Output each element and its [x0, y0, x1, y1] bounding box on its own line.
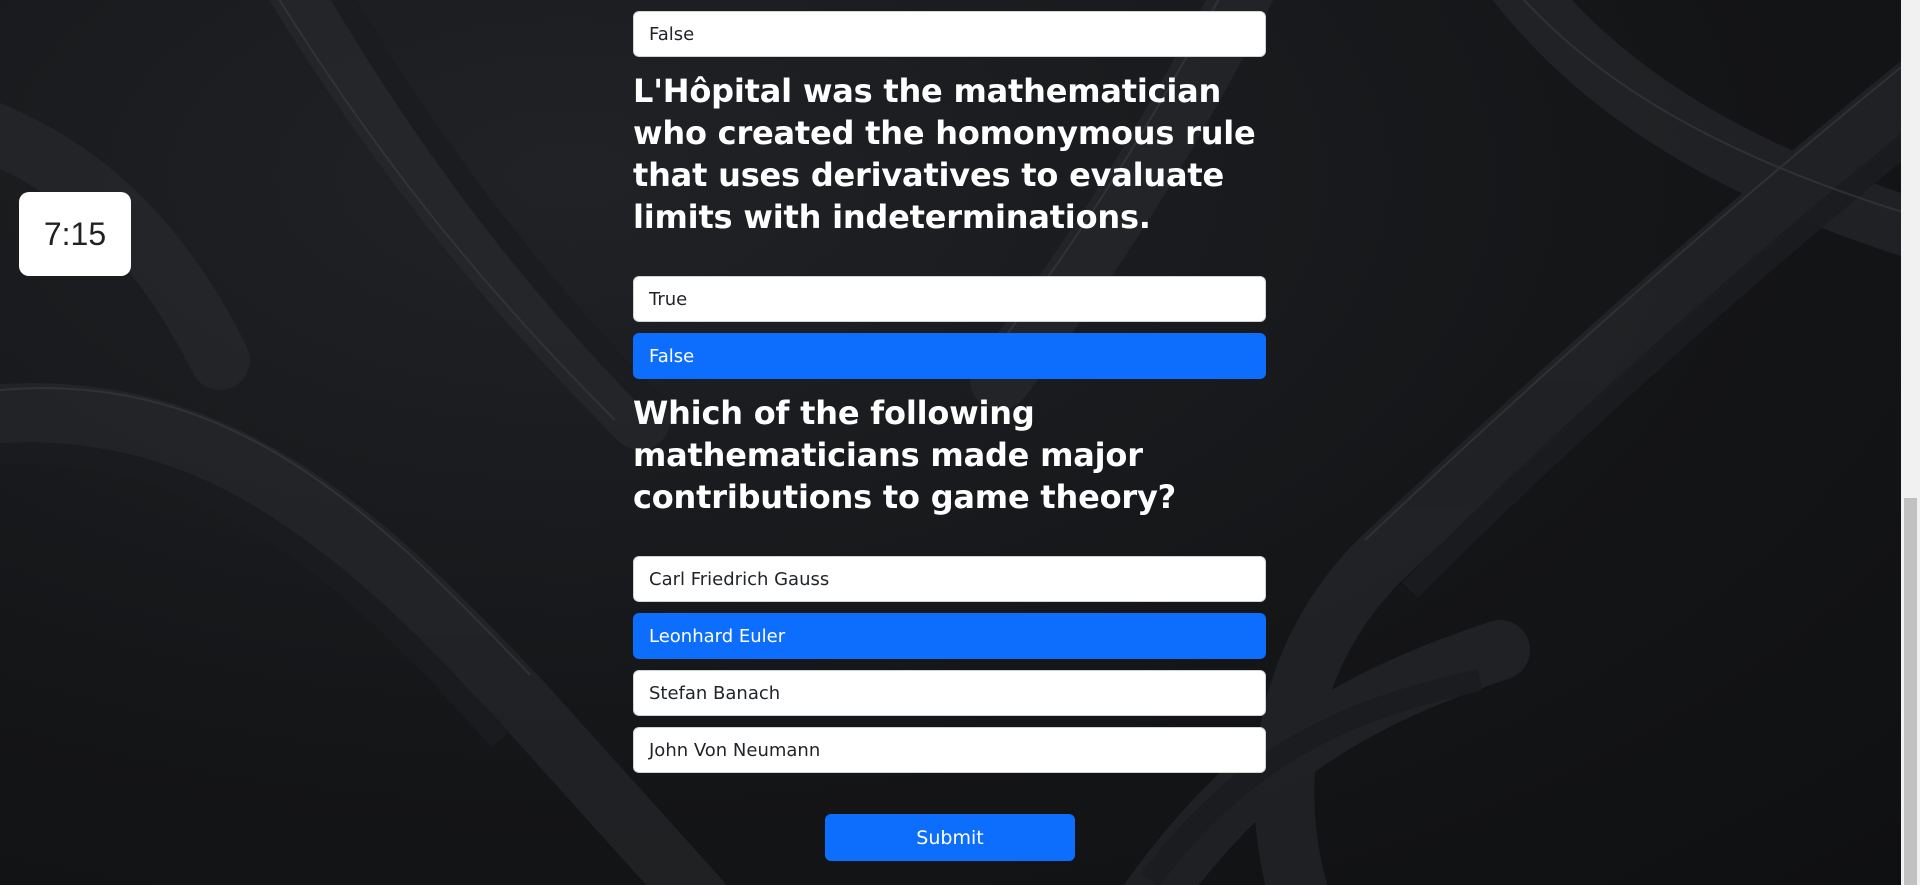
- option-von-neumann[interactable]: John Von Neumann: [633, 727, 1266, 773]
- option-label: True: [649, 288, 688, 310]
- option-banach[interactable]: Stefan Banach: [633, 670, 1266, 716]
- option-label: John Von Neumann: [649, 739, 821, 761]
- option-euler-selected[interactable]: Leonhard Euler: [633, 613, 1266, 659]
- option-label: Carl Friedrich Gauss: [649, 568, 830, 590]
- countdown-timer: 7:15: [19, 192, 131, 276]
- option-false-selected[interactable]: False: [633, 333, 1266, 379]
- scrollbar-thumb[interactable]: [1904, 498, 1917, 885]
- option-true[interactable]: True: [633, 276, 1266, 322]
- option-label: False: [649, 345, 695, 367]
- option-label: Stefan Banach: [649, 682, 781, 704]
- option-label: Leonhard Euler: [649, 625, 786, 647]
- option-gauss[interactable]: Carl Friedrich Gauss: [633, 556, 1266, 602]
- option-prev-false[interactable]: False: [633, 11, 1266, 57]
- option-label: False: [649, 23, 695, 45]
- question-title-game-theory: Which of the following mathematicians ma…: [633, 394, 1176, 516]
- question-title-lhopital: L'Hôpital was the mathematician who crea…: [633, 72, 1256, 236]
- submit-button[interactable]: Submit: [825, 814, 1075, 861]
- timer-value: 7:15: [43, 215, 107, 252]
- vertical-scrollbar[interactable]: [1901, 0, 1920, 885]
